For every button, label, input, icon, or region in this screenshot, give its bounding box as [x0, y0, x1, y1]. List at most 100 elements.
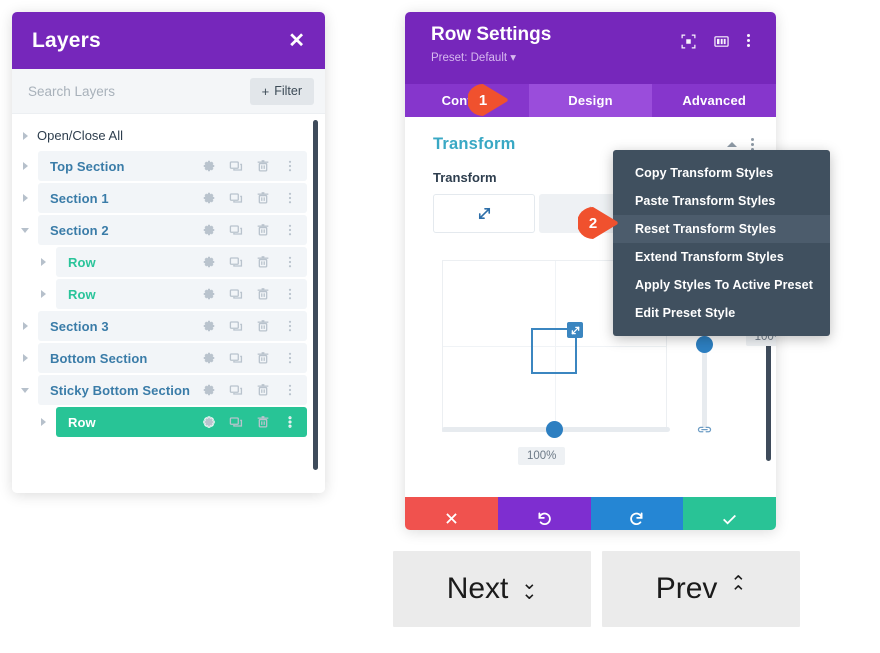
chevron-down-icon[interactable]: [21, 227, 29, 233]
layout-columns-icon[interactable]: [714, 34, 729, 49]
tab-design[interactable]: Design: [528, 84, 653, 117]
scale-horizontal-knob[interactable]: [546, 421, 563, 438]
layer-item[interactable]: Row: [56, 407, 307, 437]
trash-icon[interactable]: [256, 159, 270, 173]
chevron-right-icon[interactable]: [22, 194, 28, 202]
trash-icon[interactable]: [256, 415, 270, 429]
more-vertical-icon[interactable]: [283, 255, 297, 269]
duplicate-icon[interactable]: [229, 287, 243, 301]
layer-row[interactable]: Section 1: [12, 183, 307, 213]
close-icon[interactable]: ✕: [288, 31, 305, 51]
trash-icon[interactable]: [256, 287, 270, 301]
trash-icon[interactable]: [256, 351, 270, 365]
layer-item-label: Row: [68, 286, 96, 302]
duplicate-icon[interactable]: [229, 223, 243, 237]
layer-item[interactable]: Row: [56, 279, 307, 309]
layer-row[interactable]: Row: [30, 279, 307, 309]
layers-list: Open/Close All Top Section Section 1 Secti…: [12, 114, 325, 493]
more-vertical-icon[interactable]: [283, 415, 297, 429]
redo-button[interactable]: [590, 497, 684, 530]
trash-icon[interactable]: [256, 255, 270, 269]
more-vertical-icon[interactable]: [283, 383, 297, 397]
preset-selector[interactable]: Preset: Default ▾: [431, 50, 760, 64]
more-vertical-icon[interactable]: [283, 223, 297, 237]
gear-icon[interactable]: [202, 415, 216, 429]
focus-icon[interactable]: [681, 34, 696, 49]
more-vertical-icon[interactable]: [283, 287, 297, 301]
duplicate-icon[interactable]: [229, 191, 243, 205]
filter-button[interactable]: + Filter: [249, 77, 314, 105]
gear-icon[interactable]: [202, 383, 216, 397]
layers-scrollbar[interactable]: [313, 120, 318, 470]
layer-row[interactable]: Row: [30, 247, 307, 277]
chevron-right-icon[interactable]: [22, 162, 28, 170]
chevron-right-icon[interactable]: [40, 290, 46, 298]
layer-item[interactable]: Section 1: [38, 183, 307, 213]
layer-item[interactable]: Bottom Section: [38, 343, 307, 373]
more-vertical-icon[interactable]: [283, 191, 297, 205]
save-button[interactable]: [683, 497, 776, 530]
gear-icon[interactable]: [202, 319, 216, 333]
transform-tab-scale[interactable]: [433, 194, 536, 233]
open-close-all-row[interactable]: Open/Close All: [12, 122, 325, 149]
gear-icon[interactable]: [202, 159, 216, 173]
trash-icon[interactable]: [256, 191, 270, 205]
duplicate-icon[interactable]: [229, 319, 243, 333]
layer-item[interactable]: Row: [56, 247, 307, 277]
gear-icon[interactable]: [202, 223, 216, 237]
prev-button[interactable]: Prev ⌃ ⌃: [602, 551, 800, 627]
cancel-button[interactable]: [405, 497, 498, 530]
layer-item[interactable]: Section 2: [38, 215, 307, 245]
context-menu-item[interactable]: Paste Transform Styles: [613, 187, 830, 215]
context-menu-item[interactable]: Apply Styles To Active Preset: [613, 271, 830, 299]
chevron-right-icon[interactable]: [40, 418, 46, 426]
layer-item[interactable]: Section 3: [38, 311, 307, 341]
chevron-right-icon[interactable]: [22, 322, 28, 330]
more-vertical-icon[interactable]: [283, 351, 297, 365]
layer-item-icons: [202, 223, 297, 237]
more-vertical-icon[interactable]: [283, 319, 297, 333]
context-menu-item[interactable]: Reset Transform Styles: [613, 215, 830, 243]
link-icon[interactable]: [696, 422, 713, 437]
transform-selection-box[interactable]: [531, 322, 583, 374]
scale-vertical-knob[interactable]: [696, 336, 713, 353]
context-menu-item[interactable]: Copy Transform Styles: [613, 159, 830, 187]
trash-icon[interactable]: [256, 383, 270, 397]
more-vertical-icon[interactable]: [747, 34, 762, 49]
context-menu-item[interactable]: Extend Transform Styles: [613, 243, 830, 271]
resize-handle-icon[interactable]: [567, 322, 583, 338]
tab-content[interactable]: Content: [405, 84, 529, 117]
layer-row[interactable]: Top Section: [12, 151, 307, 181]
gear-icon[interactable]: [202, 351, 216, 365]
trash-icon[interactable]: [256, 319, 270, 333]
layer-row[interactable]: Sticky Bottom Section: [12, 375, 307, 405]
duplicate-icon[interactable]: [229, 159, 243, 173]
duplicate-icon[interactable]: [229, 351, 243, 365]
chevron-down-icon[interactable]: [21, 387, 29, 393]
layer-row[interactable]: Bottom Section: [12, 343, 307, 373]
duplicate-icon[interactable]: [229, 383, 243, 397]
chevron-right-icon[interactable]: [40, 258, 46, 266]
duplicate-icon[interactable]: [229, 255, 243, 269]
chevron-right-icon[interactable]: [22, 354, 28, 362]
layer-item[interactable]: Sticky Bottom Section: [38, 375, 307, 405]
more-vertical-icon[interactable]: [283, 159, 297, 173]
layer-row[interactable]: Section 3: [12, 311, 307, 341]
next-button[interactable]: Next ⌄ ⌄: [393, 551, 591, 627]
layer-row[interactable]: Row: [30, 407, 307, 437]
gear-icon[interactable]: [202, 191, 216, 205]
context-menu-item[interactable]: Edit Preset Style: [613, 299, 830, 327]
scale-horizontal-slider[interactable]: [442, 421, 670, 438]
search-input[interactable]: [28, 83, 228, 99]
trash-icon[interactable]: [256, 223, 270, 237]
chevron-right-icon[interactable]: [23, 131, 28, 140]
tab-advanced[interactable]: Advanced: [652, 84, 776, 117]
layer-item[interactable]: Top Section: [38, 151, 307, 181]
layer-row[interactable]: Section 2: [12, 215, 307, 245]
transform-context-menu: Copy Transform Styles Paste Transform Sty…: [613, 150, 830, 336]
undo-button[interactable]: [497, 497, 591, 530]
gear-icon[interactable]: [202, 287, 216, 301]
gear-icon[interactable]: [202, 255, 216, 269]
duplicate-icon[interactable]: [229, 415, 243, 429]
chevron-up-icon[interactable]: [727, 142, 737, 147]
